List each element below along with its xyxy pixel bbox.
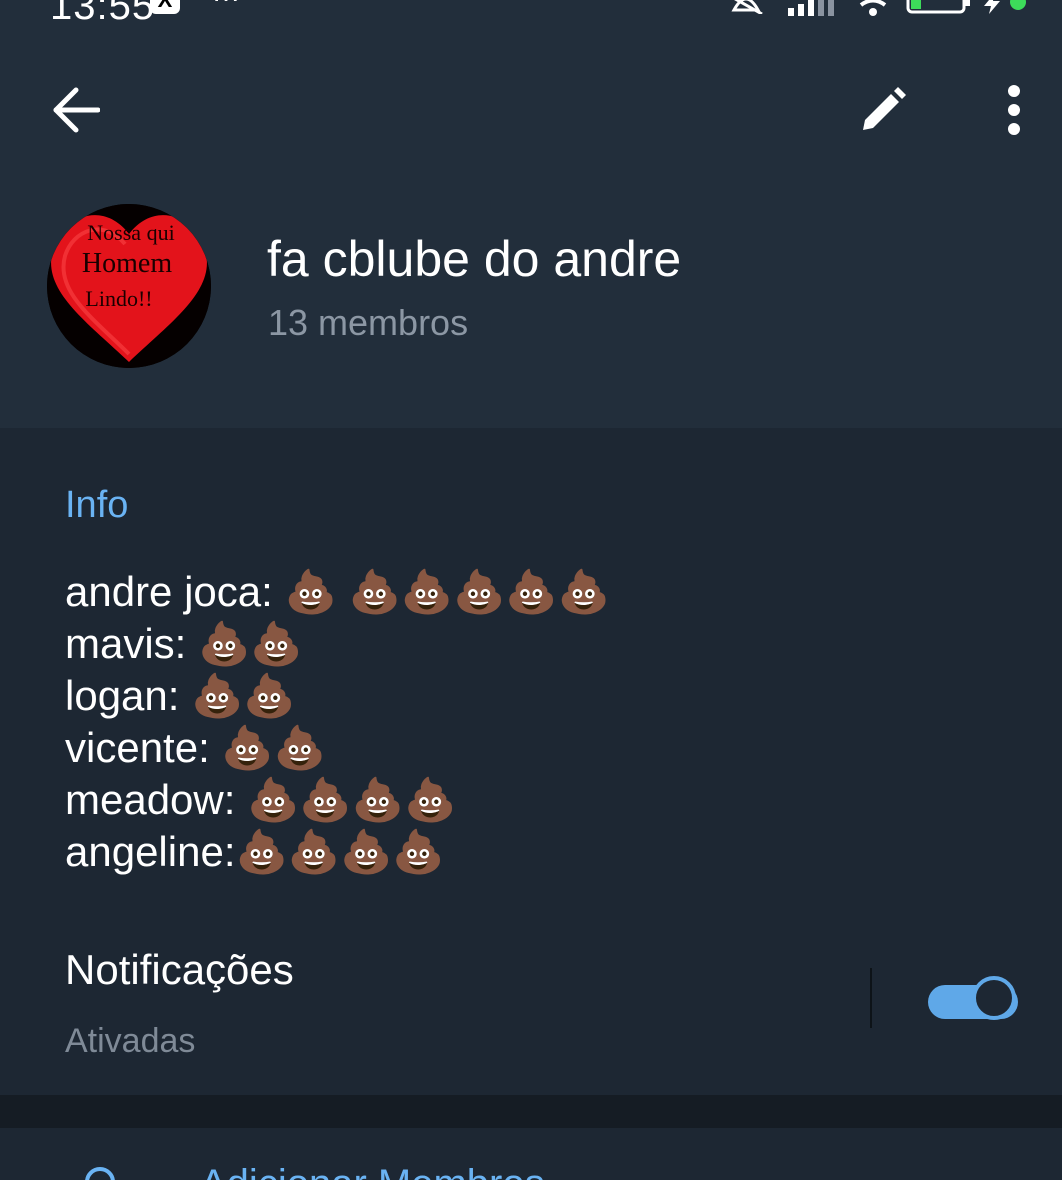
x-app-icon: X: [150, 0, 180, 14]
signal-icon: [788, 0, 834, 16]
group-avatar[interactable]: Nossa qui Homem Lindo!!: [47, 204, 211, 368]
add-member-button[interactable]: Adicionar Membros: [200, 1162, 545, 1180]
avatar-text-line-1: Nossa qui: [87, 220, 174, 245]
info-section: Info andre joca: 💩 💩💩💩💩💩 mavis: 💩💩 logan…: [0, 428, 1062, 1095]
edit-button[interactable]: [848, 78, 918, 142]
actions-section: Adicionar Membros: [0, 1128, 1062, 1180]
wifi-icon: [859, 0, 887, 16]
section-separator: [0, 1095, 1062, 1128]
alarm-off-icon: [731, 0, 763, 14]
divider: [870, 968, 872, 1028]
heart-avatar-image: Nossa qui Homem Lindo!!: [47, 204, 211, 368]
notifications-label[interactable]: Notificações: [65, 946, 294, 994]
status-bar: 13:55 X ···: [0, 0, 1062, 30]
add-member-icon: [85, 1167, 115, 1180]
notifications-toggle[interactable]: [928, 976, 1022, 1022]
more-vertical-icon: [1008, 85, 1020, 135]
notifications-status: Ativadas: [65, 1022, 196, 1060]
avatar-text-line-2: Homem: [82, 248, 172, 279]
group-description[interactable]: andre joca: 💩 💩💩💩💩💩 mavis: 💩💩 logan: 💩💩 …: [65, 566, 610, 878]
info-title: Info: [65, 484, 129, 526]
privacy-indicator-dot: [1010, 0, 1026, 10]
status-time: 13:55: [50, 0, 156, 28]
back-arrow-icon: [53, 87, 100, 133]
toggle-thumb: [972, 976, 1016, 1020]
member-count: 13 membros: [268, 302, 469, 343]
battery-icon: [906, 0, 970, 14]
pencil-icon: [863, 87, 906, 130]
more-notifications-icon: ···: [212, 0, 240, 14]
charging-icon: [984, 0, 1000, 14]
back-button[interactable]: [40, 80, 112, 140]
group-name: fa cblube do andre: [267, 231, 682, 287]
avatar-text-line-3: Lindo!!: [85, 286, 152, 311]
profile-header: Nossa qui Homem Lindo!! fa cblube do and…: [0, 30, 1062, 428]
more-options-button[interactable]: [984, 78, 1044, 142]
